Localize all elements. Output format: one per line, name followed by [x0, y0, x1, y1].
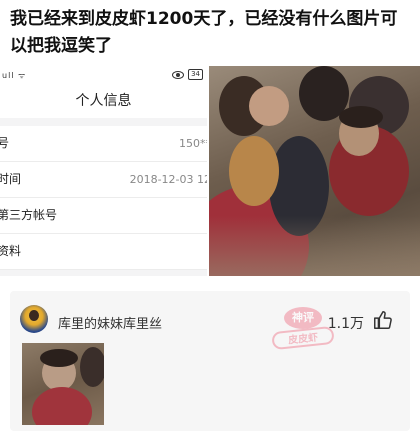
stamp-bottom: 皮皮虾	[271, 325, 335, 351]
comment-card: 库里的妹妹库里丝 神评 皮皮虾 1.1万	[10, 291, 410, 431]
thumbs-up-icon[interactable]	[372, 309, 394, 331]
row-label: 第三方帐号	[0, 208, 58, 222]
embedded-screenshot: ull ᯤ 34 个人信息 号 150** 时间 2018-12-03 12 第…	[0, 66, 207, 276]
page-title: 个人信息	[0, 84, 207, 118]
row-label: 资料	[0, 244, 22, 258]
eye-icon	[172, 70, 185, 79]
list-item-profile[interactable]: 资料	[0, 234, 207, 270]
stamp-top: 神评	[284, 307, 322, 329]
status-bar: ull ᯤ 34	[0, 66, 207, 84]
username[interactable]: 库里的妹妹库里丝	[58, 313, 162, 332]
list-item-time[interactable]: 时间 2018-12-03 12	[0, 162, 207, 198]
signal-wifi-icon: ull ᯤ	[2, 71, 27, 80]
post-text: 我已经来到皮皮虾1200天了，已经没有什么图片可以把我逗笑了	[10, 9, 398, 56]
row-value: 150**	[179, 137, 207, 150]
list-item-phone[interactable]: 号 150**	[0, 126, 207, 162]
god-comment-stamp: 神评 皮皮虾	[271, 303, 335, 353]
comment-image[interactable]	[22, 343, 104, 425]
avatar[interactable]	[20, 305, 48, 333]
battery-icon: 34	[188, 69, 203, 80]
list-item-third-party[interactable]: 第三方帐号	[0, 198, 207, 234]
info-list: 号 150** 时间 2018-12-03 12 第三方帐号 资料	[0, 126, 207, 270]
post-photo[interactable]	[209, 66, 420, 276]
row-label: 号	[0, 136, 10, 150]
like-count: 1.1万	[327, 316, 364, 332]
row-label: 时间	[0, 172, 22, 186]
row-value: 2018-12-03 12	[129, 173, 207, 186]
